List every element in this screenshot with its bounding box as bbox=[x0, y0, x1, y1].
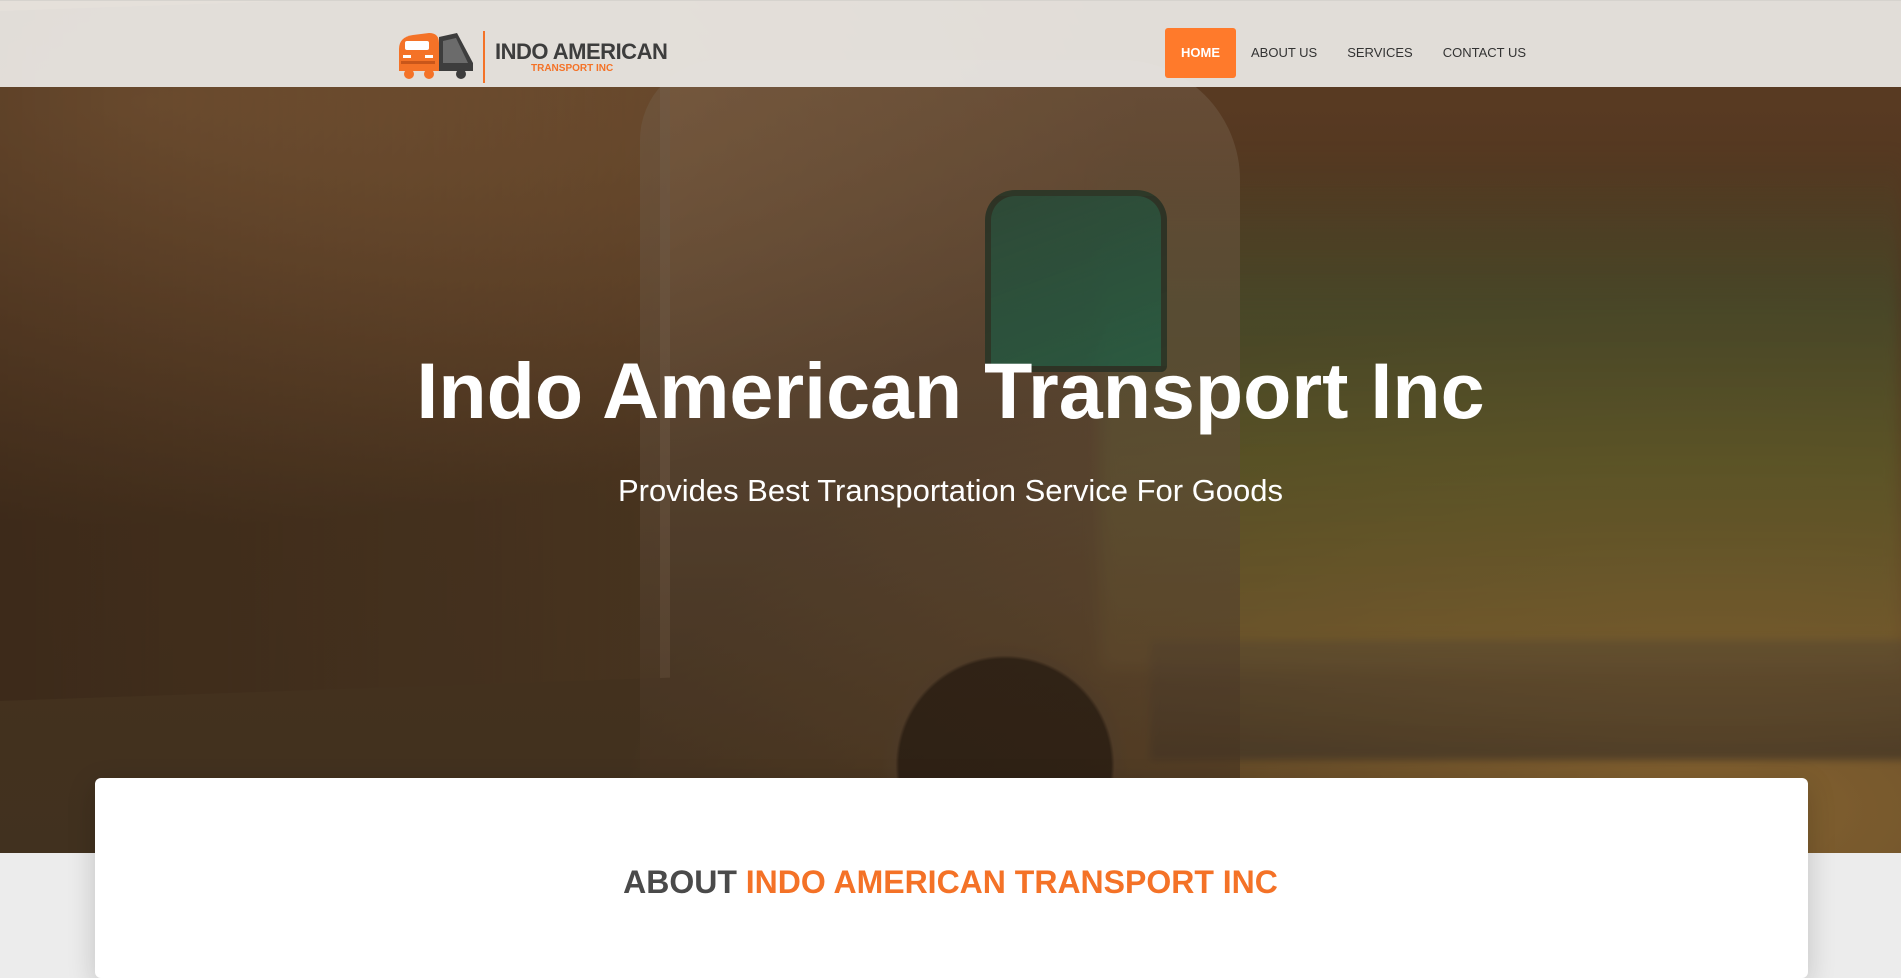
brand-logo[interactable]: INDO AMERICAN TRANSPORT INC bbox=[395, 25, 668, 85]
about-heading-accent: INDO AMERICAN TRANSPORT INC bbox=[745, 864, 1278, 900]
nav-item-about-us[interactable]: ABOUT US bbox=[1236, 28, 1332, 78]
main-nav: HOME ABOUT US SERVICES CONTACT US bbox=[1165, 28, 1541, 78]
hero-section: Indo American Transport Inc Provides Bes… bbox=[0, 0, 1901, 853]
hero-title: Indo American Transport Inc bbox=[416, 346, 1485, 435]
brand-tagline: TRANSPORT INC bbox=[531, 63, 614, 74]
nav-item-home[interactable]: HOME bbox=[1165, 28, 1236, 78]
brand-name: INDO AMERICAN bbox=[495, 39, 668, 64]
about-heading: ABOUT INDO AMERICAN TRANSPORT INC bbox=[0, 864, 1901, 901]
top-navbar: INDO AMERICAN TRANSPORT INC HOME ABOUT U… bbox=[0, 0, 1901, 87]
nav-item-services[interactable]: SERVICES bbox=[1332, 28, 1428, 78]
nav-item-contact-us[interactable]: CONTACT US bbox=[1428, 28, 1541, 78]
hero-subtitle: Provides Best Transportation Service For… bbox=[617, 473, 1284, 508]
about-heading-prefix: ABOUT bbox=[623, 864, 746, 900]
truck-logo-icon bbox=[399, 33, 473, 79]
logo-divider bbox=[483, 31, 485, 83]
